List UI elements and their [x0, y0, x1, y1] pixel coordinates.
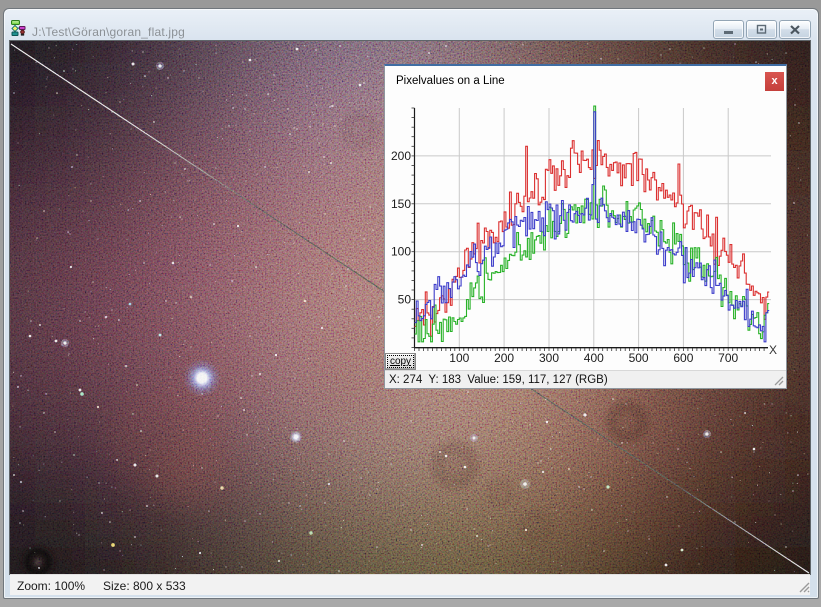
svg-text:100: 100 [391, 245, 411, 259]
svg-text:100: 100 [449, 351, 469, 365]
svg-text:400: 400 [584, 351, 604, 365]
svg-text:600: 600 [673, 351, 693, 365]
svg-text:50: 50 [398, 293, 412, 307]
svg-text:150: 150 [391, 197, 411, 211]
svg-text:300: 300 [539, 351, 559, 365]
svg-text:700: 700 [718, 351, 738, 365]
svg-text:200: 200 [391, 149, 411, 163]
svg-text:X: X [769, 343, 777, 357]
svg-text:200: 200 [494, 351, 514, 365]
svg-text:500: 500 [629, 351, 649, 365]
